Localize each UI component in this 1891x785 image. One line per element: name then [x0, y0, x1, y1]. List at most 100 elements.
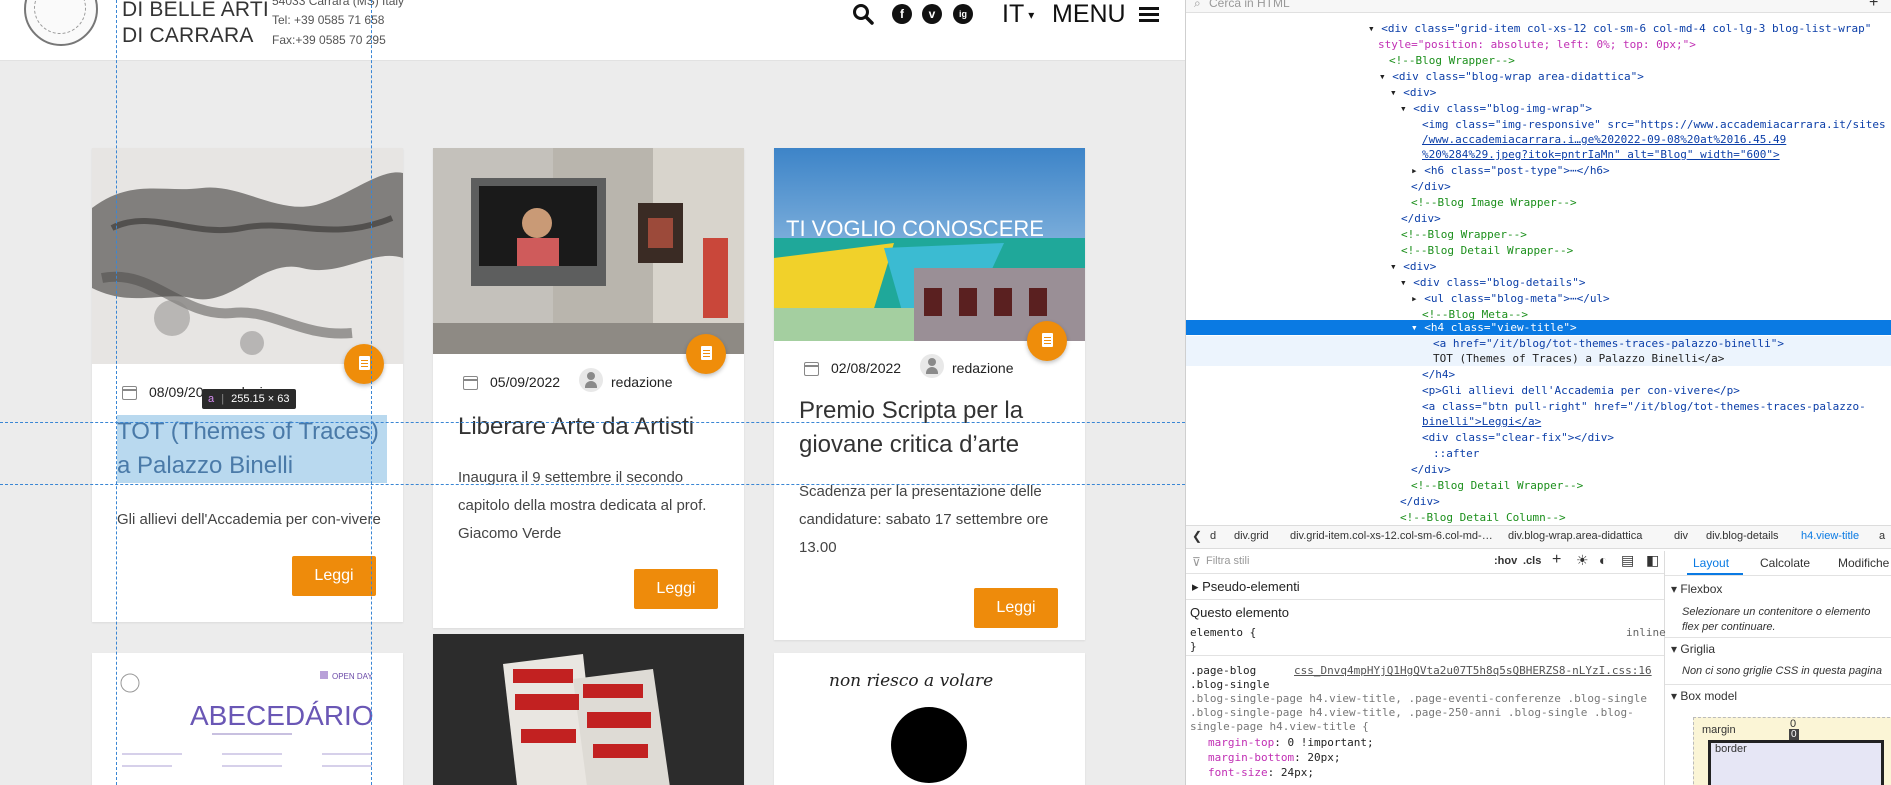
brand-line1: DI BELLE ARTI: [122, 0, 269, 21]
document-icon[interactable]: [686, 334, 726, 374]
html-line[interactable]: </div>: [1401, 212, 1441, 225]
breadcrumb-item[interactable]: a: [1879, 530, 1885, 542]
rule-selector[interactable]: .blog-single: [1190, 678, 1269, 691]
html-line[interactable]: binelli">Leggi</a>: [1422, 415, 1541, 428]
html-line[interactable]: </div>: [1411, 180, 1451, 193]
vimeo-icon[interactable]: v: [922, 4, 942, 24]
html-line[interactable]: ▾ <div>: [1390, 86, 1436, 99]
html-line[interactable]: TOT (Themes of Traces) a Palazzo Binelli…: [1433, 352, 1724, 365]
card2-title-link[interactable]: Liberare Arte da Artisti: [458, 410, 728, 444]
html-line[interactable]: <p>Gli allievi dell'Accademia per con-vi…: [1422, 384, 1740, 397]
language-selector[interactable]: IT ▾: [1002, 0, 1034, 29]
html-line[interactable]: <!--Blog Detail Wrapper-->: [1411, 479, 1583, 492]
html-line[interactable]: <a href="/it/blog/tot-themes-traces-pala…: [1433, 337, 1784, 350]
margin-label: margin: [1702, 724, 1736, 736]
css-declaration[interactable]: margin-bottom: 20px;: [1208, 751, 1340, 764]
breadcrumb-item[interactable]: div.grid: [1234, 530, 1269, 542]
html-line[interactable]: <!--Blog Detail Column-->: [1400, 511, 1566, 524]
tab-computed[interactable]: Calcolate: [1760, 556, 1810, 570]
instagram-icon[interactable]: ig: [953, 4, 973, 24]
add-node-icon[interactable]: +: [1869, 0, 1878, 12]
breadcrumb-item[interactable]: div.blog-details: [1706, 530, 1779, 542]
search-icon[interactable]: [852, 3, 874, 25]
card3-read-button[interactable]: Leggi: [974, 588, 1058, 628]
inspector-guide-right: [371, 0, 372, 785]
add-rule-icon[interactable]: +: [1552, 551, 1561, 569]
tab-layout[interactable]: Layout: [1693, 556, 1729, 570]
breadcrumb-item[interactable]: d: [1210, 530, 1216, 542]
css-declaration[interactable]: margin-top: 0 !important;: [1208, 736, 1374, 749]
cls-toggle[interactable]: .cls: [1523, 555, 1541, 567]
html-line[interactable]: <div class="clear-fix"></div>: [1422, 431, 1614, 444]
tab-changes[interactable]: Modifiche: [1838, 556, 1889, 570]
inline-label: inline: [1626, 626, 1666, 639]
blog-card-4: OPEN DAY ABECEDÁRIO: [92, 653, 403, 785]
card5-image[interactable]: [433, 634, 744, 785]
card3-title-link[interactable]: Premio Scripta per la giovane critica d’…: [799, 394, 1069, 462]
print-icon[interactable]: ▤: [1621, 552, 1634, 569]
card3-image[interactable]: TI VOGLIO CONOSCERE: [774, 148, 1085, 341]
breadcrumb-scroll-left-icon[interactable]: ❮: [1192, 529, 1202, 543]
boxmodel-section-toggle[interactable]: ▾ Box model: [1671, 689, 1737, 703]
rule-source-link[interactable]: css_Dnvq4mpHYjQ1HgQVta2u07T5h8q5sQBHERZS…: [1294, 664, 1652, 677]
card1-image[interactable]: [92, 148, 403, 364]
card1-read-button[interactable]: Leggi: [292, 556, 376, 596]
search-icon: ⌕: [1194, 0, 1201, 10]
html-line[interactable]: <a class="btn pull-right" href="/it/blog…: [1422, 400, 1866, 413]
divider: [1665, 684, 1891, 685]
flexbox-section-toggle[interactable]: ▾ Flexbox: [1671, 582, 1722, 596]
breadcrumb-item[interactable]: div.blog-wrap.area-didattica: [1508, 530, 1642, 542]
facebook-icon[interactable]: f: [892, 4, 912, 24]
document-icon[interactable]: [344, 344, 384, 384]
rule-selector-list[interactable]: .blog-single-page h4.view-title, .page-e…: [1190, 692, 1660, 734]
html-search-bar[interactable]: ⌕ Cerca in HTML +: [1186, 0, 1891, 13]
html-line[interactable]: /www.accademiacarrara.i…ge%202022-09-08%…: [1422, 133, 1786, 146]
rule-selector[interactable]: .page-blog: [1190, 664, 1256, 677]
html-line[interactable]: ▾ <div class="grid-item col-xs-12 col-sm…: [1368, 22, 1871, 35]
breadcrumb-item-active[interactable]: h4.view-title: [1801, 530, 1859, 542]
html-line[interactable]: </div>: [1411, 463, 1451, 476]
html-line[interactable]: <!--Blog Wrapper-->: [1389, 54, 1515, 67]
light-mode-icon[interactable]: ☀: [1576, 552, 1589, 569]
html-line-selected[interactable]: ▾ <h4 class="view-title">: [1411, 321, 1577, 334]
card4-image[interactable]: OPEN DAY ABECEDÁRIO: [92, 653, 403, 785]
html-line[interactable]: </div>: [1400, 495, 1440, 508]
html-line[interactable]: <img class="img-responsive" src="https:/…: [1422, 118, 1886, 131]
card4-openday-text: OPEN DAY: [332, 672, 373, 681]
document-icon[interactable]: [1027, 321, 1067, 361]
html-line[interactable]: ▾ <div class="blog-details">: [1400, 276, 1585, 289]
contrast-icon[interactable]: ◐: [1599, 552, 1607, 568]
grid-section-toggle[interactable]: ▾ Griglia: [1671, 642, 1715, 656]
border-top-value[interactable]: 0: [1789, 729, 1799, 740]
html-line[interactable]: <!--Blog Detail Wrapper-->: [1401, 244, 1573, 257]
academy-logo[interactable]: [24, 0, 98, 46]
hov-toggle[interactable]: :hov: [1494, 555, 1517, 567]
breadcrumb-item[interactable]: div: [1674, 530, 1688, 542]
html-line[interactable]: </h4>: [1422, 368, 1455, 381]
tooltip-divider: |: [221, 393, 225, 405]
breadcrumb-item[interactable]: div.grid-item.col-xs-12.col-sm-6.col-md-…: [1290, 530, 1493, 542]
html-line[interactable]: ▸ <ul class="blog-meta">⋯</ul>: [1411, 292, 1610, 305]
html-line[interactable]: ▾ <div class="blog-wrap area-didattica">: [1379, 70, 1644, 83]
html-line[interactable]: ▾ <div>: [1390, 260, 1436, 273]
html-line[interactable]: ::after: [1433, 447, 1479, 460]
css-declaration[interactable]: font-size: 24px;: [1208, 766, 1314, 779]
html-line[interactable]: <!--Blog Image Wrapper-->: [1411, 196, 1577, 209]
element-rule[interactable]: elemento {: [1190, 626, 1256, 639]
sidebar-toggle-icon[interactable]: ◧: [1646, 552, 1659, 569]
user-icon: [579, 368, 603, 392]
html-line[interactable]: <!--Blog Wrapper-->: [1401, 228, 1527, 241]
menu-button[interactable]: MENU: [1052, 0, 1159, 29]
html-line[interactable]: style="position: absolute; left: 0%; top…: [1378, 38, 1696, 51]
card2-read-button[interactable]: Leggi: [634, 569, 718, 609]
html-line[interactable]: ▾ <div class="blog-img-wrap">: [1400, 102, 1592, 115]
html-search-input[interactable]: Cerca in HTML: [1209, 0, 1290, 10]
html-line[interactable]: ▸ <h6 class="post-type">⋯</h6>: [1411, 164, 1610, 177]
card1-date: 08/09/20: [149, 384, 204, 400]
card1-title-link[interactable]: TOT (Themes of Traces) a Palazzo Binelli: [117, 415, 387, 483]
html-line[interactable]: %20%284%29.jpeg?itok=pntrIaMn" alt="Blog…: [1422, 148, 1780, 161]
card2-image[interactable]: [433, 148, 744, 354]
styles-filter-input[interactable]: Filtra stili: [1206, 555, 1249, 567]
card6-image[interactable]: non riesco a volare: [774, 653, 1085, 785]
pseudo-elements-toggle[interactable]: ▸ Pseudo-elementi: [1192, 579, 1300, 595]
